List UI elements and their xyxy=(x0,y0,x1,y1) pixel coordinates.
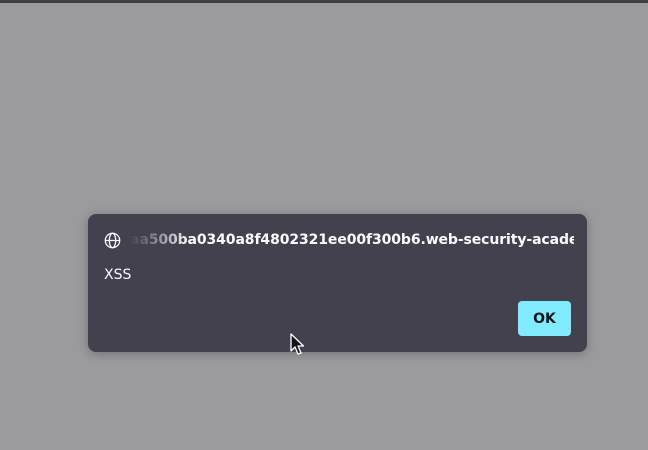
ok-button[interactable]: OK xyxy=(518,301,571,336)
dialog-origin: aa500ba0340a8f4802321ee00f300b6.web-secu… xyxy=(130,232,574,248)
dialog-message: XSS xyxy=(104,267,132,283)
dialog-header: aa500ba0340a8f4802321ee00f300b6.web-secu… xyxy=(104,230,574,250)
globe-icon xyxy=(104,232,121,248)
alert-dialog: aa500ba0340a8f4802321ee00f300b6.web-secu… xyxy=(88,214,587,352)
dialog-origin-wrapper: aa500ba0340a8f4802321ee00f300b6.web-secu… xyxy=(130,232,574,248)
mouse-cursor-icon xyxy=(290,333,304,355)
